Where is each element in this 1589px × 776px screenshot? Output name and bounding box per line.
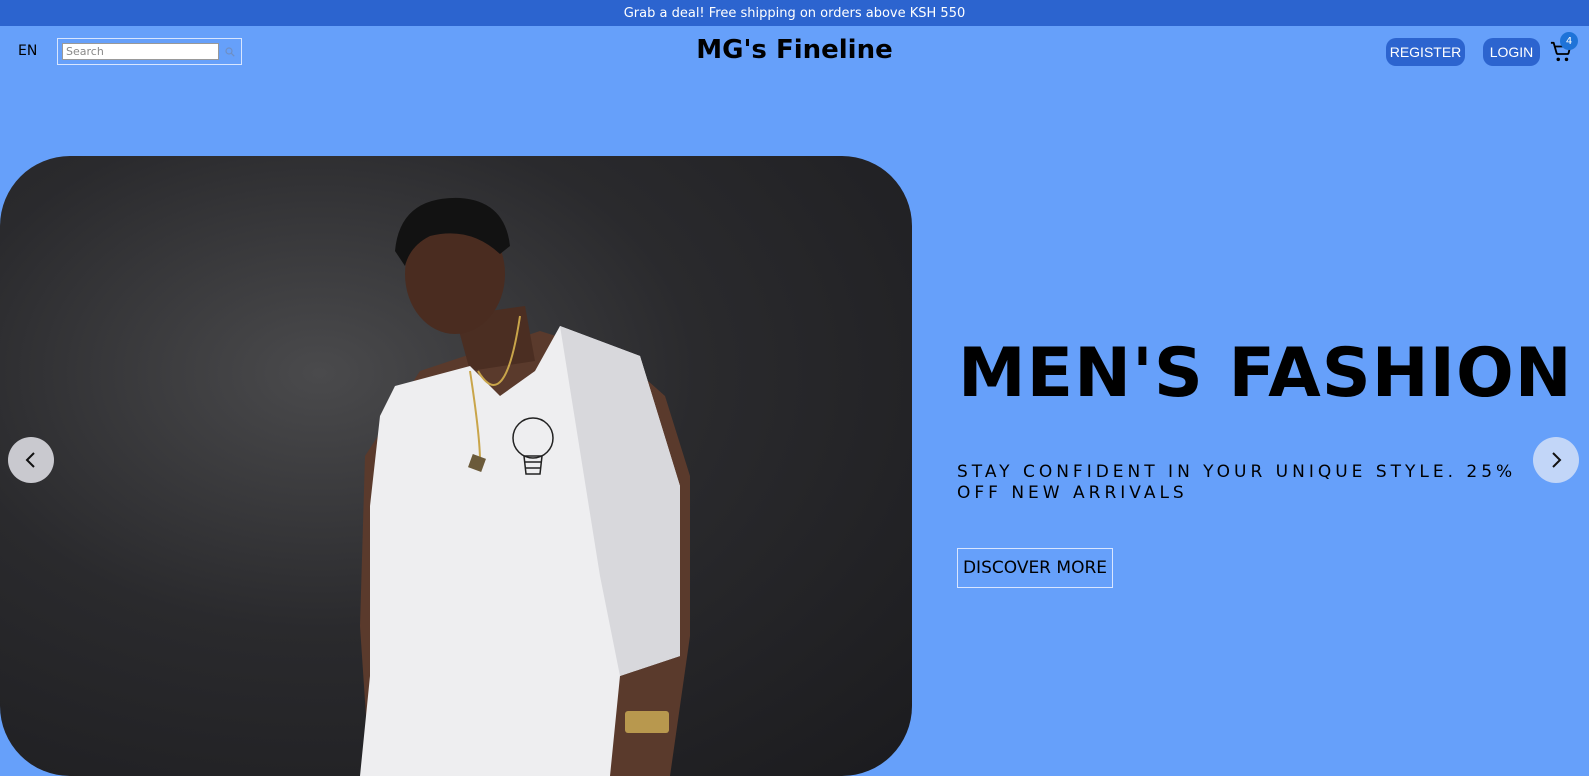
register-button[interactable]: REGISTER	[1386, 38, 1465, 66]
hero-subtitle: STAY CONFIDENT IN YOUR UNIQUE STYLE. 25%…	[957, 462, 1517, 503]
search-input[interactable]	[62, 43, 220, 60]
language-selector[interactable]: EN	[18, 43, 37, 59]
navbar: EN MG's Fineline REGISTER LOGIN 4	[0, 26, 1589, 78]
cart-count-badge: 4	[1560, 32, 1578, 50]
hero-title: MEN'S FASHION	[958, 334, 1573, 413]
search-icon[interactable]	[223, 45, 237, 59]
announcement-bar: Grab a deal! Free shipping on orders abo…	[0, 0, 1589, 26]
hero-image	[0, 156, 912, 776]
chevron-left-icon	[25, 452, 35, 468]
search-container	[57, 38, 242, 65]
announcement-text: Grab a deal! Free shipping on orders abo…	[623, 5, 966, 21]
site-logo[interactable]: MG's Fineline	[696, 35, 893, 65]
login-button[interactable]: LOGIN	[1483, 38, 1540, 66]
carousel-prev-button[interactable]	[8, 437, 54, 483]
discover-more-button[interactable]: DISCOVER MORE	[957, 548, 1113, 588]
